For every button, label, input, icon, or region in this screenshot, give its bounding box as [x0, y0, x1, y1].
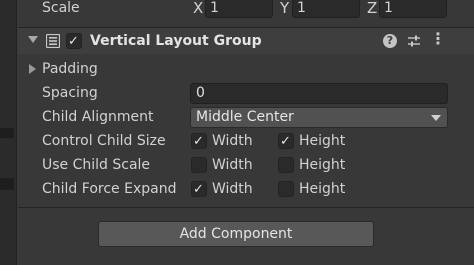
help-icon[interactable]: ? [383, 34, 397, 48]
control-child-size-height-checkbox[interactable]: ✓ [278, 133, 294, 149]
sliders-icon[interactable] [407, 34, 421, 48]
add-component-button[interactable]: Add Component [98, 221, 374, 247]
scale-x-field[interactable]: 1 [205, 0, 273, 18]
checkmark-icon: ✓ [193, 134, 204, 149]
component-header[interactable]: ✓ Vertical Layout Group ? ⋮ [18, 28, 474, 54]
component-title: Vertical Layout Group [90, 33, 262, 49]
checkmark-icon: ✓ [68, 34, 79, 49]
scale-x-axis-label[interactable]: X [193, 0, 203, 17]
scale-label: Scale [42, 0, 80, 16]
child-force-expand-height-checkbox[interactable] [278, 181, 294, 197]
use-child-scale-height-checkbox[interactable] [278, 157, 294, 173]
foldout-arrow-icon[interactable] [28, 36, 38, 43]
child-alignment-value: Middle Center [196, 109, 294, 125]
child-alignment-label: Child Alignment [42, 109, 154, 125]
component-enabled-checkbox[interactable]: ✓ [66, 33, 82, 49]
inspector-divider [18, 207, 474, 208]
checkmark-icon: ✓ [280, 134, 291, 149]
use-child-scale-width-label: Width [212, 157, 253, 173]
panel-divider [16, 0, 17, 265]
scale-y-field[interactable]: 1 [292, 0, 360, 18]
chevron-down-icon [431, 115, 441, 121]
spacing-label: Spacing [42, 85, 98, 101]
child-force-expand-height-label: Height [299, 181, 346, 197]
spacing-input[interactable]: 0 [190, 83, 448, 104]
vertical-layout-group-icon [46, 34, 60, 48]
padding-label[interactable]: Padding [42, 60, 98, 78]
child-force-expand-width-checkbox[interactable]: ✓ [191, 181, 207, 197]
hierarchy-panel-edge [0, 0, 17, 265]
scale-z-axis-label[interactable]: Z [367, 0, 377, 17]
use-child-scale-height-label: Height [299, 157, 346, 173]
child-alignment-dropdown[interactable]: Middle Center [190, 107, 448, 128]
scroll-marker [0, 128, 14, 138]
control-child-size-width-label: Width [212, 133, 253, 149]
use-child-scale-width-checkbox[interactable] [191, 157, 207, 173]
scale-y-axis-label[interactable]: Y [280, 0, 289, 17]
checkmark-icon: ✓ [193, 182, 204, 197]
child-force-expand-width-label: Width [212, 181, 253, 197]
control-child-size-height-label: Height [299, 133, 346, 149]
scale-z-field[interactable]: 1 [379, 0, 447, 18]
child-force-expand-label: Child Force Expand [42, 181, 177, 197]
context-menu-icon[interactable]: ⋮ [430, 31, 446, 47]
scroll-marker [0, 178, 14, 190]
use-child-scale-label: Use Child Scale [42, 157, 151, 173]
control-child-size-width-checkbox[interactable]: ✓ [191, 133, 207, 149]
control-child-size-label: Control Child Size [42, 133, 166, 149]
padding-foldout-icon[interactable] [29, 64, 36, 74]
